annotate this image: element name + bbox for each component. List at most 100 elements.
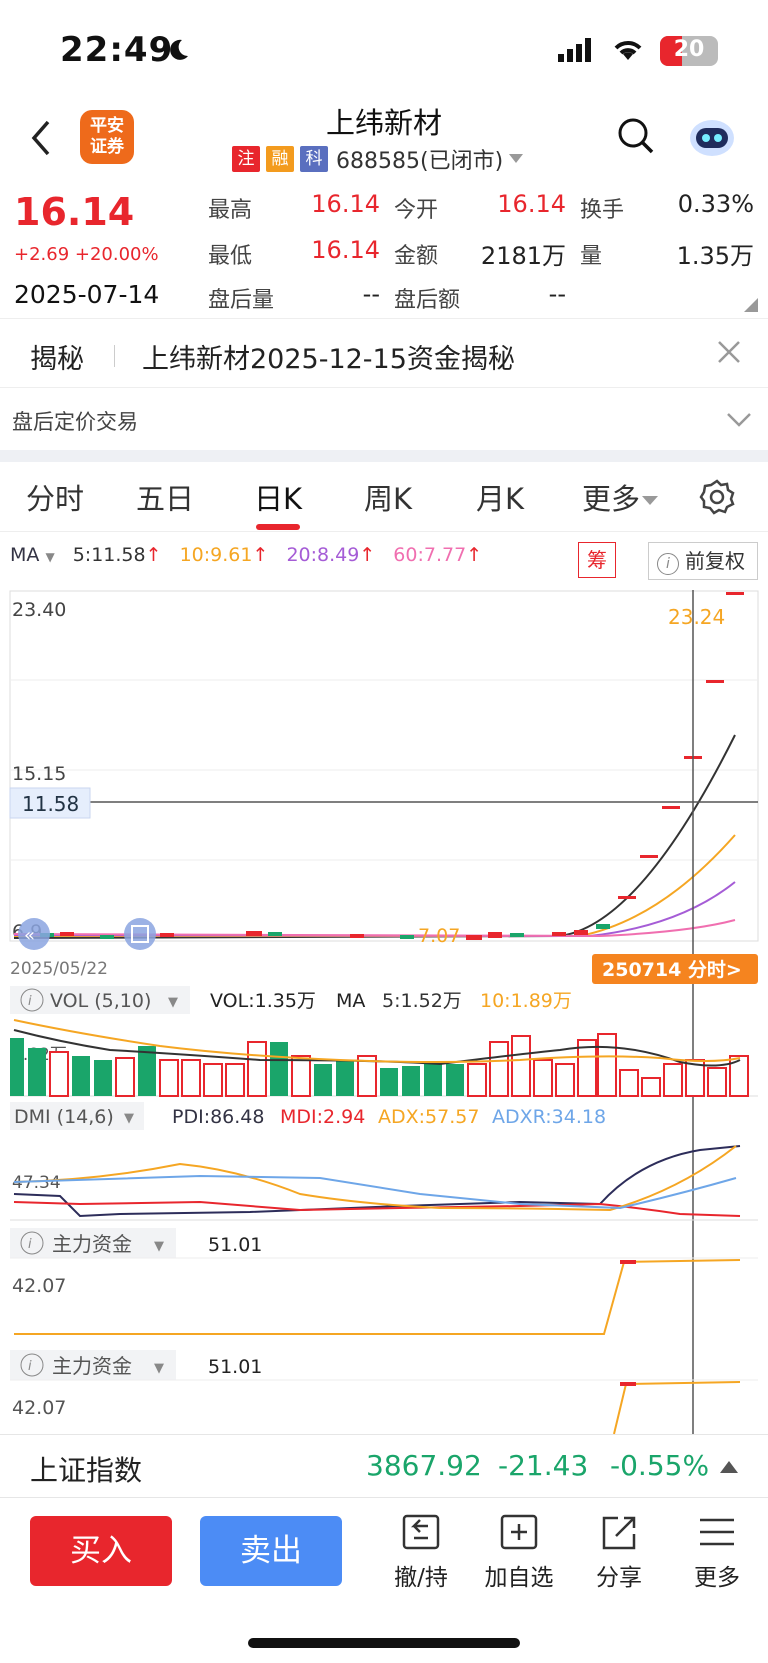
divider <box>114 345 115 367</box>
ma60-text: 60:7.77 <box>393 544 467 566</box>
min-price-label: 7.07 <box>418 925 460 947</box>
cancel-hold-button[interactable]: 撤/持 <box>376 1512 466 1592</box>
current-price: 16.14 <box>14 190 135 234</box>
vol-ma5: 5:1.52万 <box>382 990 462 1012</box>
cancel-order-icon <box>402 1514 440 1550</box>
afterhours-volume-value: -- <box>362 280 380 308</box>
sell-button[interactable]: 卖出 <box>200 1516 342 1586</box>
funds-marker <box>620 1260 636 1264</box>
buy-button[interactable]: 买入 <box>30 1516 172 1586</box>
add-icon <box>500 1514 538 1550</box>
gear-icon[interactable] <box>698 478 736 516</box>
tab-monthly-k[interactable]: 月K <box>476 476 524 518</box>
funds-label-2: 主力资金 <box>52 1354 132 1378</box>
start-date: 2025/05/22 <box>10 959 108 979</box>
section-gap <box>0 450 768 462</box>
home-indicator[interactable] <box>248 1638 520 1648</box>
fullscreen-button[interactable] <box>124 918 156 950</box>
signal-icon <box>558 38 591 62</box>
expand-corner-icon[interactable] <box>744 298 758 312</box>
cancel-hold-label: 撤/持 <box>394 1565 448 1591</box>
wifi-icon <box>614 41 642 60</box>
turnover-value: 0.33% <box>677 190 754 218</box>
clock: 22:49 <box>60 30 174 70</box>
up-arrow-icon: ↑ <box>466 544 483 566</box>
share-icon <box>602 1516 636 1550</box>
tab-daily-k[interactable]: 日K <box>254 476 302 518</box>
volume-label: 量 <box>580 244 603 269</box>
more-label: 更多 <box>694 1565 740 1591</box>
adjustment-label: 前复权 <box>685 549 745 573</box>
afterhours-volume-label: 盘后量 <box>208 288 275 313</box>
y-axis-mid: 15.15 <box>12 763 66 785</box>
tab-intraday[interactable]: 分时 <box>26 476 84 518</box>
chevron-down-icon[interactable] <box>726 406 752 432</box>
amount-label: 金额 <box>394 244 439 269</box>
ma-label-text: MA <box>10 544 40 566</box>
market-index-bar[interactable]: 上证指数 3867.92 -21.43 -0.55% <box>0 1434 768 1498</box>
dropdown-icon: ▼ <box>124 1111 134 1126</box>
ma60-value: 60:7.77↑ <box>393 544 482 566</box>
afterhours-amount-label: 盘后额 <box>394 288 461 313</box>
tab-weekly-k[interactable]: 周K <box>364 476 412 518</box>
quote-date: 2025-07-14 <box>14 280 160 309</box>
assistant-robot-icon[interactable] <box>688 114 736 158</box>
add-watchlist-button[interactable]: 加自选 <box>474 1512 564 1592</box>
chip-distribution-button[interactable]: 筹 <box>578 542 616 578</box>
close-icon[interactable] <box>716 339 742 365</box>
low-value: 16.14 <box>311 236 380 264</box>
funds-label-1: 主力资金 <box>52 1232 132 1256</box>
price-change: +2.69 +20.00% <box>14 244 159 265</box>
dropdown-icon <box>642 496 659 505</box>
index-percent: -0.55% <box>610 1449 710 1482</box>
low-label: 最低 <box>208 244 253 269</box>
dropdown-icon: ▼ <box>45 550 55 564</box>
ma5-value: 5:11.58↑ <box>73 544 162 566</box>
info-glyph: i <box>28 1359 32 1374</box>
tag-margin: 融 <box>266 146 294 172</box>
dropdown-icon: ▼ <box>168 995 178 1010</box>
ma10-line <box>14 834 736 937</box>
ma5-text: 5:11.58 <box>72 544 146 566</box>
tab-five-day[interactable]: 五日 <box>136 476 194 518</box>
funds-axis-2: 42.07 <box>12 1397 66 1419</box>
adjustment-button[interactable]: i 前复权 <box>648 542 758 580</box>
stock-tags[interactable]: 注 融 科 688585(已闭市) <box>232 144 524 174</box>
afterhours-amount-value: -- <box>548 280 566 308</box>
share-button[interactable]: 分享 <box>574 1512 664 1592</box>
tab-more[interactable]: 更多 <box>582 476 659 518</box>
open-label: 今开 <box>394 198 439 223</box>
index-change: -21.43 <box>498 1449 589 1482</box>
ma-legend[interactable]: MA ▼ 5:11.58↑ 10:9.61↑ 20:8.49↑ 60:7.77↑ <box>10 544 494 566</box>
tag-star-market: 科 <box>300 146 328 172</box>
max-price-label: 23.24 <box>668 605 725 629</box>
ma-label[interactable]: MA ▼ <box>10 544 55 566</box>
chevron-up-icon[interactable] <box>720 1461 738 1473</box>
kline-chart-area[interactable]: 23.40 15.15 6.9 23.24 7.07 11.58 « 2025/… <box>0 590 768 1434</box>
ma5-line <box>13 734 736 939</box>
more-button[interactable]: 更多 <box>672 1512 762 1592</box>
afterhours-trading-row[interactable]: 盘后定价交易 <box>0 390 768 450</box>
ma20-value: 20:8.49↑ <box>286 544 375 566</box>
dmi-mdi: MDI:2.94 <box>280 1106 365 1128</box>
y-axis-top: 23.40 <box>12 599 66 621</box>
tab-more-label: 更多 <box>582 482 641 516</box>
funds-axis-1: 42.07 <box>12 1275 66 1297</box>
dmi-adxr: ADXR:34.18 <box>492 1106 606 1128</box>
high-value: 16.14 <box>311 190 380 218</box>
ma20-line <box>13 881 736 938</box>
fund-reveal-banner[interactable]: 揭秘 上纬新材2025-12-15资金揭秘 <box>0 318 768 388</box>
info-glyph: i <box>28 1237 32 1252</box>
crosshair-price: 11.58 <box>22 792 79 816</box>
index-value: 3867.92 <box>366 1449 482 1482</box>
reveal-text[interactable]: 上纬新材2025-12-15资金揭秘 <box>142 337 515 376</box>
moon-icon <box>170 39 188 60</box>
funds-line-2 <box>613 1381 741 1434</box>
info-icon: i <box>657 553 679 575</box>
search-button[interactable] <box>616 116 656 156</box>
funds-value-2: 51.01 <box>208 1356 262 1378</box>
dropdown-icon <box>509 154 524 163</box>
vol-label: VOL (5,10) <box>50 990 151 1012</box>
funds-line-1 <box>14 1259 741 1335</box>
battery-icon: 20 <box>660 36 718 66</box>
